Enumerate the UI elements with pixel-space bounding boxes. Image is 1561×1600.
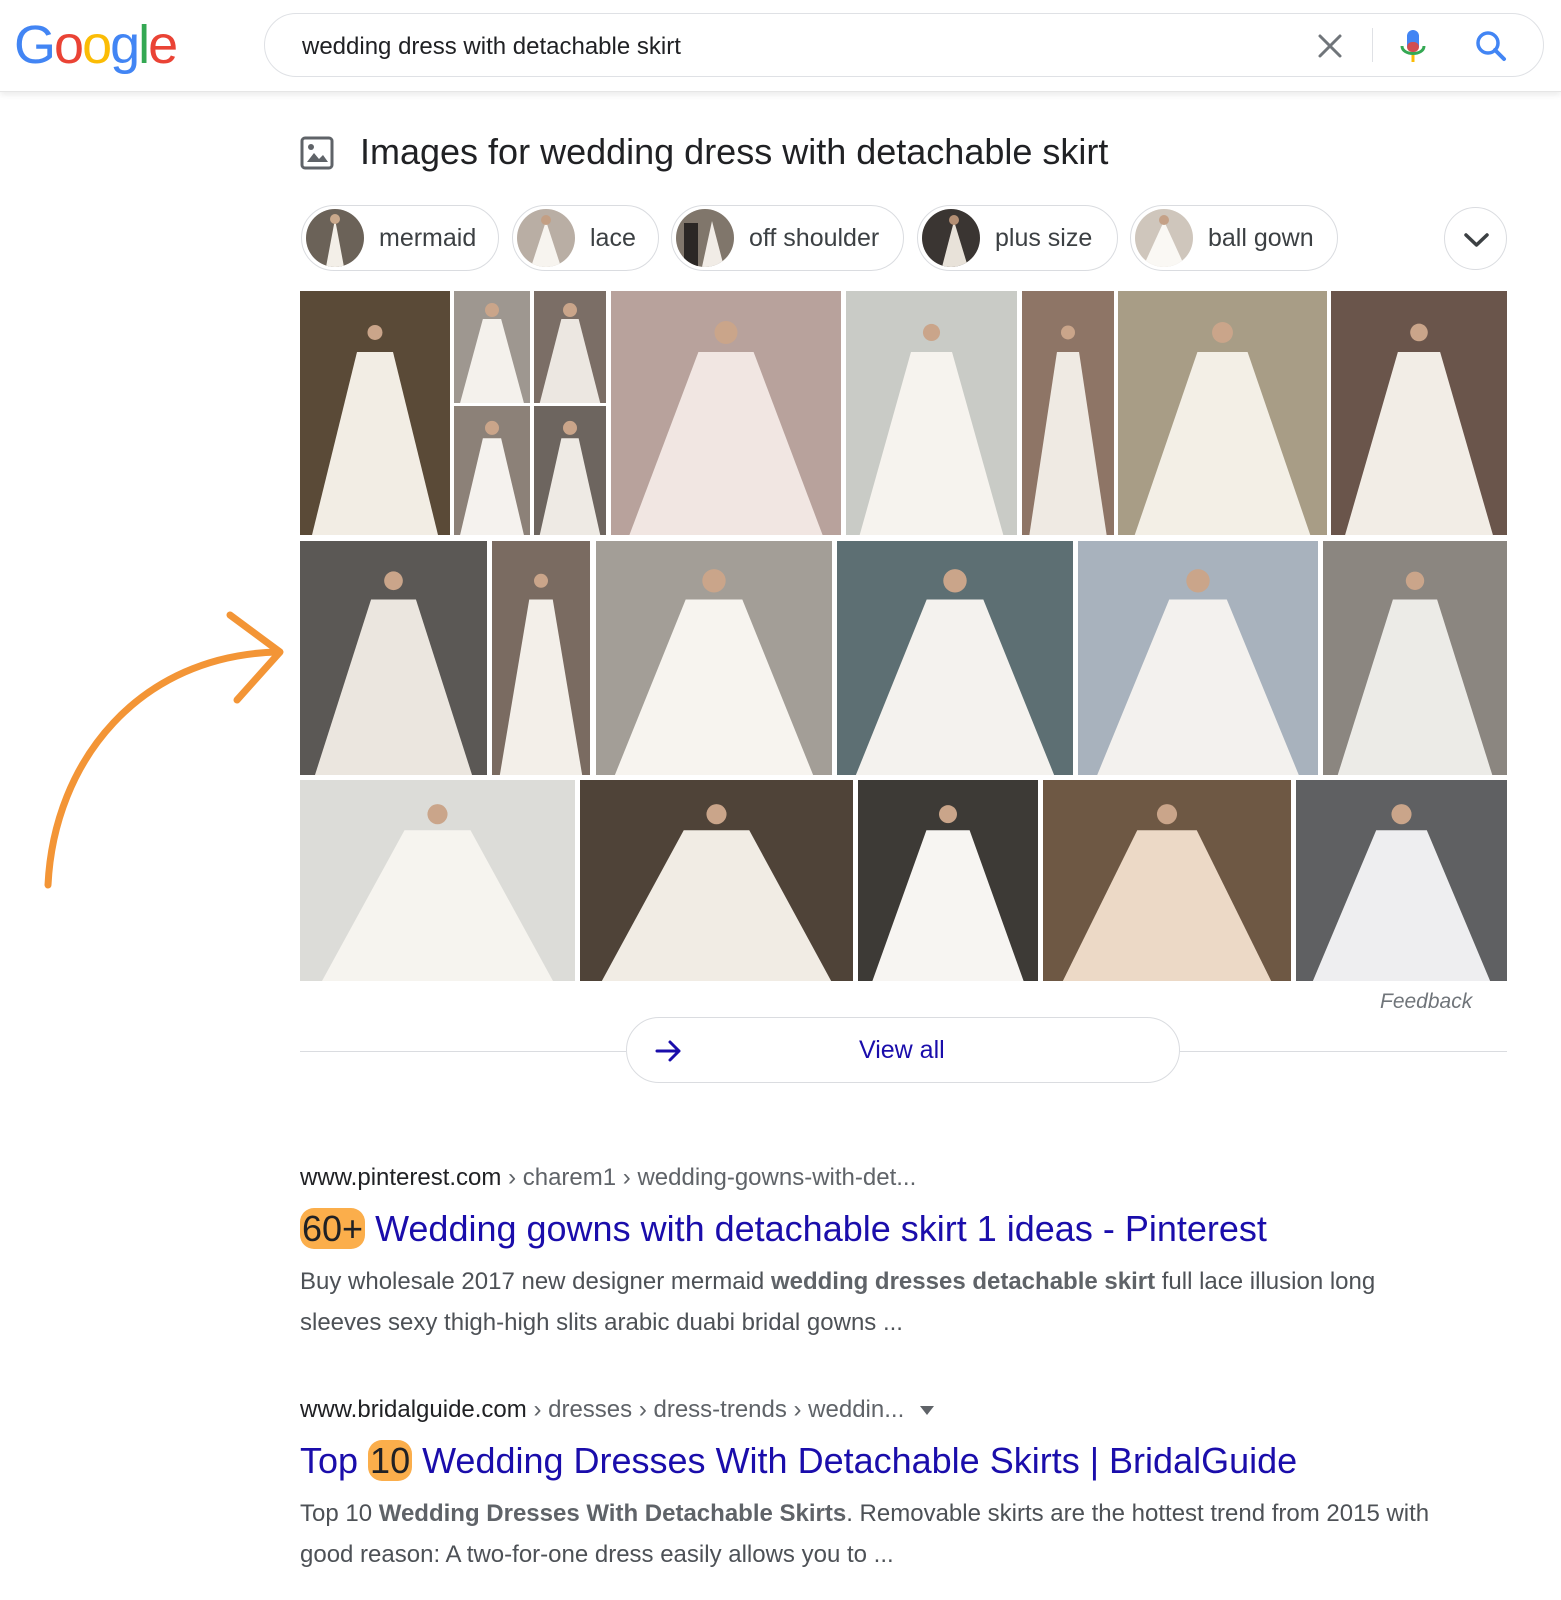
chip-thumbnail (517, 209, 575, 267)
snippet-text: Top 10 (300, 1500, 379, 1527)
logo-letter: o (82, 15, 112, 75)
snippet-bold: Wedding Dresses With Detachable Skirts (378, 1500, 847, 1527)
chip-label: plus size (995, 224, 1093, 252)
chip-thumbnail (306, 209, 364, 267)
chip-ball-gown[interactable]: ball gown (1130, 205, 1338, 271)
chip-lace[interactable]: lace (512, 205, 659, 271)
result-snippet: Buy wholesale 2017 new designer mermaid … (300, 1261, 1440, 1343)
close-icon[interactable] (1310, 26, 1350, 66)
header-bar: Google wedding dress with detachable ski… (0, 0, 1561, 92)
google-logo[interactable]: Google (14, 10, 178, 80)
image-thumbnail[interactable] (580, 780, 853, 981)
result-path: › charem1 › wedding-gowns-with-det... (501, 1164, 917, 1191)
logo-letter: l (138, 15, 150, 75)
highlight-mark: 60+ (300, 1208, 366, 1249)
image-thumbnail[interactable] (534, 291, 606, 403)
snippet-text: Buy wholesale 2017 new designer mermaid (300, 1268, 771, 1295)
image-thumbnail[interactable] (300, 541, 487, 775)
feedback-link[interactable]: Feedback (1380, 990, 1472, 1014)
image-thumbnail[interactable] (454, 406, 530, 535)
image-thumbnail[interactable] (1078, 541, 1318, 775)
image-thumbnail[interactable] (300, 780, 575, 981)
images-heading: Images for wedding dress with detachable… (360, 131, 1109, 172)
chip-plus-size[interactable]: plus size (917, 205, 1118, 271)
logo-letter: g (110, 15, 140, 75)
image-thumbnail[interactable] (492, 541, 590, 775)
chip-thumbnail (676, 209, 734, 267)
image-thumbnail[interactable] (837, 541, 1073, 775)
result-breadcrumb[interactable]: www.bridalguide.com › dresses › dress-tr… (300, 1395, 1440, 1425)
result-breadcrumb[interactable]: www.pinterest.com › charem1 › wedding-go… (300, 1163, 1440, 1193)
result-title-link[interactable]: Top 10 Wedding Dresses With Detachable S… (300, 1439, 1440, 1483)
divider (300, 1051, 626, 1052)
result-title-text: Top (300, 1440, 369, 1481)
image-thumbnail[interactable] (1022, 291, 1114, 535)
logo-letter: e (148, 15, 178, 75)
image-thumbnail[interactable] (1331, 291, 1507, 535)
chip-thumbnail (922, 209, 980, 267)
search-box[interactable]: wedding dress with detachable skirt (264, 13, 1544, 77)
image-thumbnail[interactable] (1043, 780, 1291, 981)
image-thumbnail[interactable] (1296, 780, 1507, 981)
view-all-label: View all (859, 1036, 945, 1064)
chevron-down-icon[interactable] (1444, 207, 1507, 270)
search-icon[interactable] (1471, 26, 1511, 66)
result-title-text: Wedding Dresses With Detachable Skirts |… (412, 1440, 1298, 1481)
chip-label: mermaid (379, 224, 477, 252)
image-thumbnail[interactable] (611, 291, 841, 535)
result-snippet: Top 10 Wedding Dresses With Detachable S… (300, 1493, 1440, 1575)
mic-icon[interactable] (1393, 24, 1433, 68)
image-thumbnail[interactable] (596, 541, 832, 775)
image-thumbnail[interactable] (454, 291, 530, 403)
chip-label: ball gown (1208, 224, 1314, 252)
snippet-bold: wedding dresses detachable skirt (770, 1268, 1156, 1295)
result-path: › dresses › dress-trends › weddin... (526, 1396, 905, 1423)
divider (1180, 1051, 1507, 1052)
search-result: www.pinterest.com › charem1 › wedding-go… (300, 1163, 1440, 1343)
chip-mermaid[interactable]: mermaid (301, 205, 499, 271)
result-domain: www.pinterest.com (300, 1164, 502, 1191)
search-input[interactable]: wedding dress with detachable skirt (302, 33, 681, 61)
image-thumbnail[interactable] (534, 406, 606, 535)
image-thumbnail[interactable] (846, 291, 1017, 535)
chip-label: off shoulder (749, 224, 880, 252)
divider (1372, 28, 1373, 62)
result-domain: www.bridalguide.com (300, 1396, 527, 1423)
result-title-text: Wedding gowns with detachable skirt 1 id… (365, 1208, 1267, 1249)
search-result: www.bridalguide.com › dresses › dress-tr… (300, 1395, 1440, 1575)
image-thumbnail[interactable] (858, 780, 1038, 981)
image-thumbnail[interactable] (1323, 541, 1507, 775)
chip-label: lace (590, 224, 636, 252)
result-title-link[interactable]: 60+ Wedding gowns with detachable skirt … (300, 1207, 1440, 1251)
chip-thumbnail (1135, 209, 1193, 267)
image-thumbnail[interactable] (1118, 291, 1327, 535)
annotation-arrow-icon (30, 610, 290, 900)
chip-off-shoulder[interactable]: off shoulder (671, 205, 904, 271)
caret-down-icon[interactable] (920, 1406, 935, 1416)
image-thumbnail[interactable] (300, 291, 450, 535)
logo-letter: G (14, 15, 56, 75)
logo-letter: o (54, 15, 84, 75)
highlight-mark: 10 (368, 1440, 413, 1481)
view-all-button[interactable]: View all (626, 1017, 1180, 1083)
arrow-right-icon (653, 1035, 685, 1067)
image-icon (299, 135, 335, 171)
